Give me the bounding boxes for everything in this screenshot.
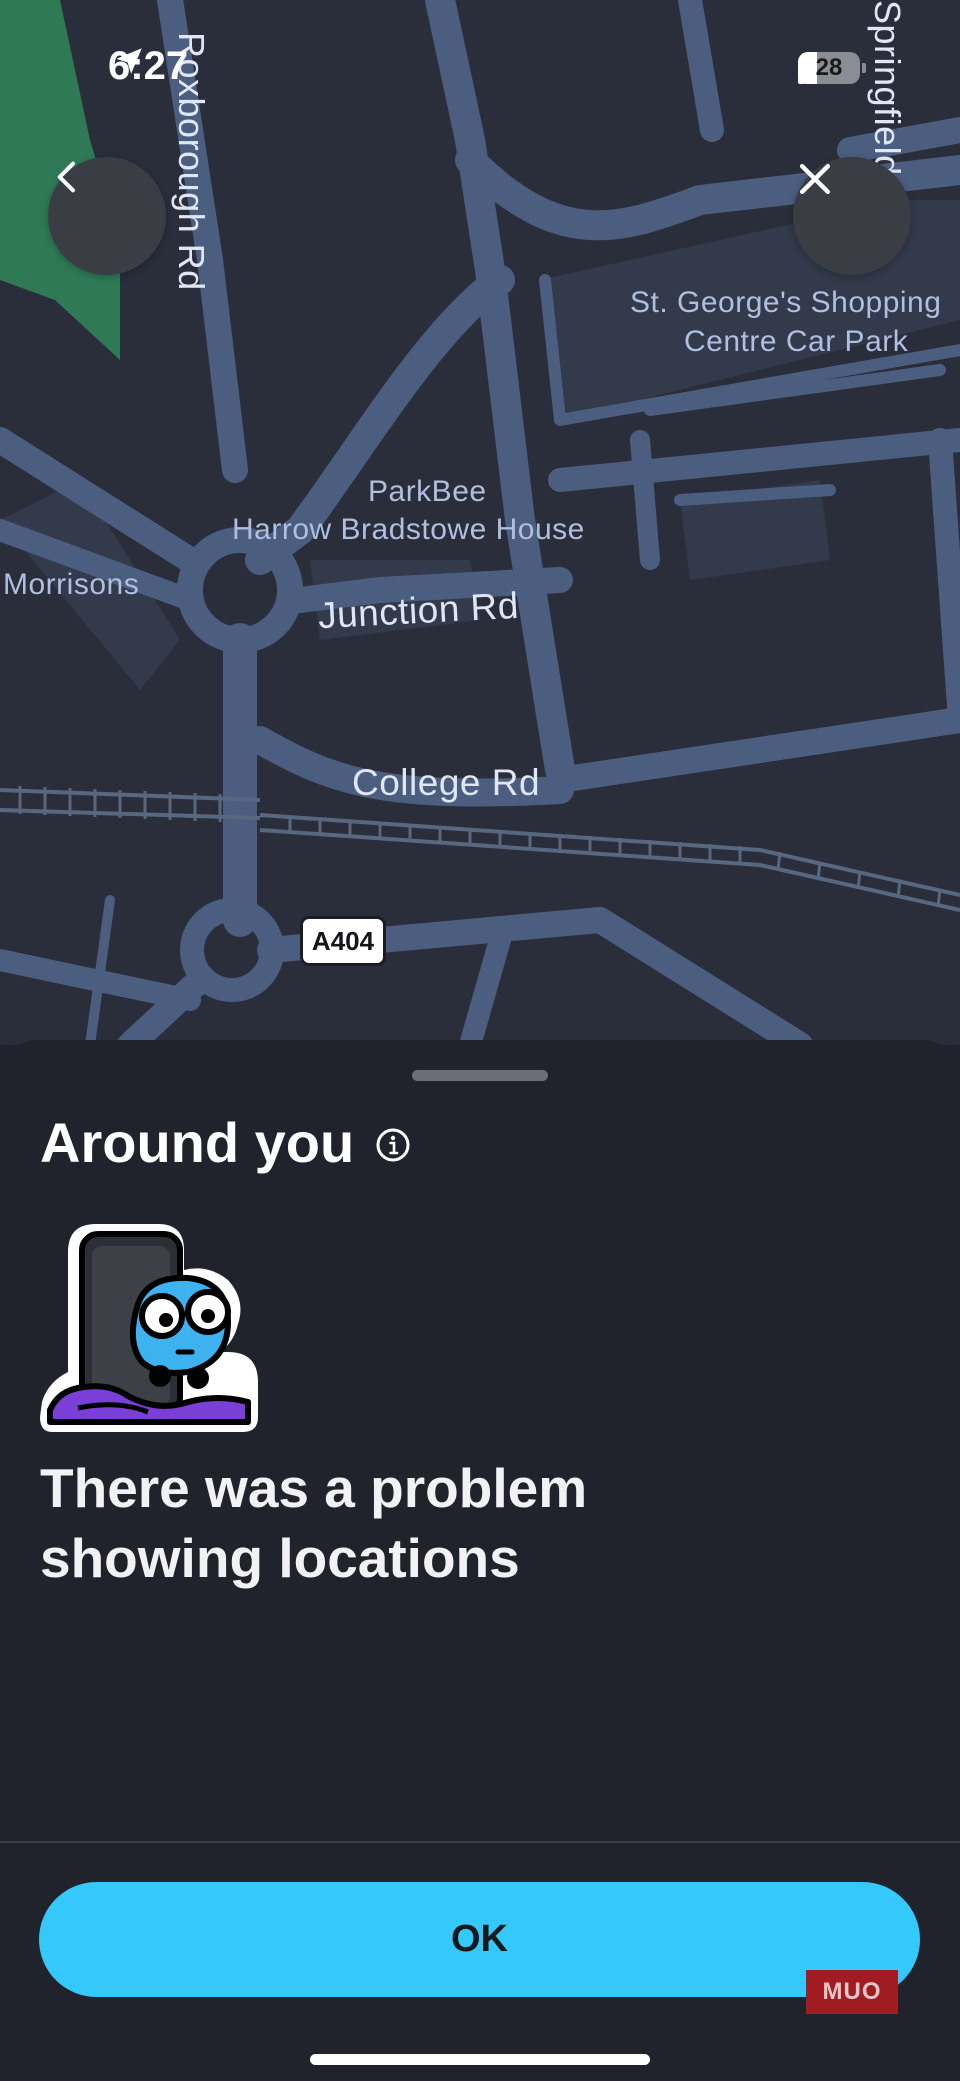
around-you-sheet: Around you There was a problem showing l… [0, 1040, 960, 2081]
map-view[interactable]: Roxborough Rd Springfield St. George's S… [0, 0, 960, 1045]
back-chevron-icon [57, 161, 75, 193]
status-indicators: 28 [798, 52, 866, 84]
close-icon [799, 163, 831, 195]
map-label-morrisons[interactable]: Morrisons [3, 565, 139, 605]
battery-icon: 28 [798, 52, 866, 84]
close-button[interactable] [793, 157, 911, 275]
ok-button[interactable]: OK [39, 1882, 920, 1997]
sheet-title: Around you [40, 1111, 355, 1174]
map-label-college-rd: College Rd [352, 762, 541, 803]
error-illustration [40, 1224, 258, 1432]
back-button[interactable] [48, 157, 166, 275]
map-label-harrow-bradstowe[interactable]: Harrow Bradstowe House [232, 510, 585, 550]
home-indicator[interactable] [310, 2054, 650, 2065]
map-label-st-george-line1[interactable]: St. George's Shopping [630, 283, 941, 323]
info-icon[interactable] [375, 1127, 411, 1163]
map-label-st-george-line2[interactable]: Centre Car Park [684, 322, 908, 362]
sheet-divider [0, 1841, 960, 1843]
road-shield-a404: A404 [300, 916, 386, 966]
battery-level: 28 [815, 54, 843, 81]
status-time: 6:27 [108, 44, 189, 88]
map-label-parkbee[interactable]: ParkBee [368, 472, 487, 512]
error-message: There was a problem showing locations [40, 1457, 588, 1589]
location-arrow-icon [116, 48, 142, 74]
muo-watermark: MUO [806, 1970, 898, 2014]
map-label-springfield: Springfield [867, 0, 908, 176]
sheet-grabber[interactable] [412, 1070, 548, 1081]
